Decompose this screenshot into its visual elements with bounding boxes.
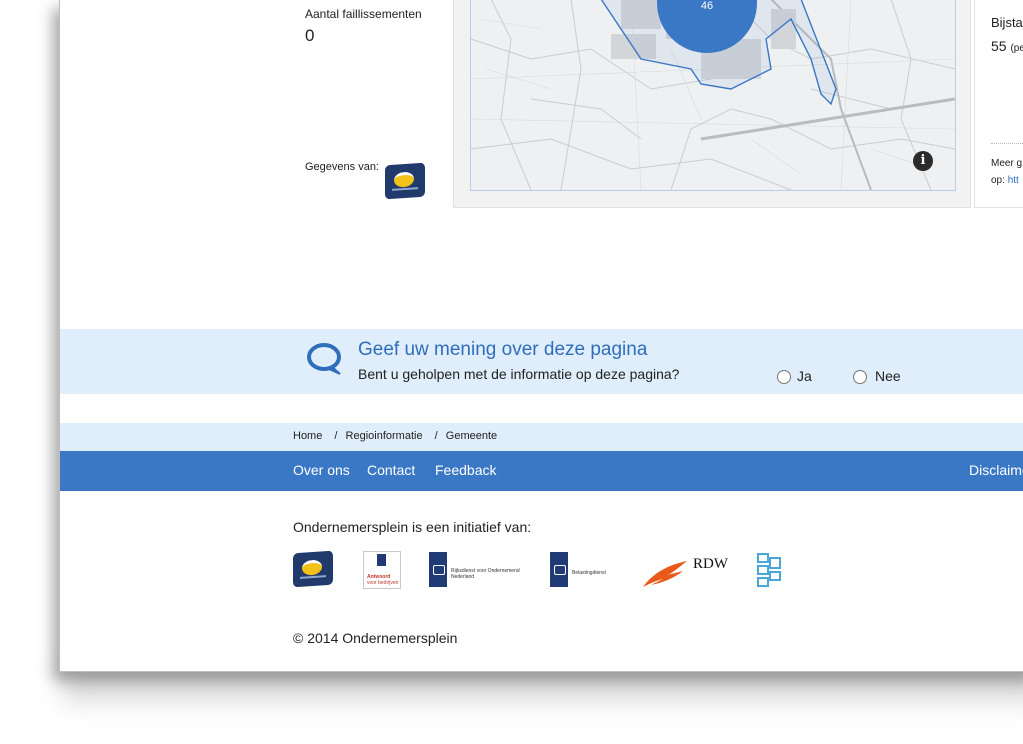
nav-disclaimer[interactable]: Disclaime (969, 462, 1023, 478)
meer-info-text: Meer g (991, 158, 1023, 169)
antwoord-voor-bedrijven-logo[interactable]: Antwoord voor bedrijven (363, 551, 401, 589)
nav-contact[interactable]: Contact (367, 462, 415, 478)
feedback-title: Geef uw mening over deze pagina (358, 339, 648, 360)
meer-info-link-row: op: htt (991, 172, 1022, 189)
meer-info-prefix: op: (991, 175, 1005, 186)
info-icon[interactable]: i (913, 151, 933, 171)
bijstand-suffix: (pe (1010, 43, 1023, 54)
radio-ja[interactable] (777, 370, 791, 384)
footer-nav-bar (60, 451, 1023, 491)
bijstand-label: Bijsta (991, 15, 1023, 30)
panel-divider (991, 143, 1023, 144)
faillissementen-label: Aantal faillissementen (305, 7, 422, 21)
breadcrumb-home[interactable]: Home (293, 430, 322, 442)
radio-nee[interactable] (853, 370, 867, 384)
rdw-feather-icon (643, 561, 687, 587)
breadcrumb: Home / Regioinformatie / Gemeente (293, 430, 497, 442)
kvk-footer-logo[interactable] (293, 550, 333, 588)
breadcrumb-gemeente: Gemeente (445, 430, 498, 442)
bijstand-value: 55 (pe (991, 38, 1023, 54)
breadcrumb-separator: / (334, 430, 338, 442)
map-cluster-value: 46 (701, 0, 713, 12)
nav-over-ons[interactable]: Over ons (293, 462, 350, 478)
copyright: © 2014 Ondernemersplein (293, 630, 458, 646)
cbs-icon (757, 553, 781, 587)
page-drop-shadow (62, 671, 1023, 711)
browser-page: Aantal faillissementen 0 Gegevens van: 4… (59, 0, 1023, 672)
rdw-logo-text: RDW (693, 556, 728, 572)
feedback-question: Bent u geholpen met de informatie op dez… (358, 366, 680, 382)
radio-ja-label[interactable]: Ja (797, 368, 812, 384)
cbs-logo[interactable] (756, 552, 782, 593)
speech-bubble-icon (307, 342, 343, 381)
radio-nee-label[interactable]: Nee (875, 368, 901, 384)
belastingdienst-logo-text: Belastingdienst (572, 570, 606, 576)
antwoord-logo-line2: voor bedrijven (367, 580, 399, 586)
kvk-logo[interactable] (385, 162, 425, 200)
region-map[interactable]: 46 (470, 0, 956, 191)
source-label: Gegevens van: (305, 161, 379, 173)
rvo-logo-line2: Nederland (451, 574, 475, 580)
breadcrumb-regioinformatie[interactable]: Regioinformatie (346, 430, 423, 442)
footer-intro: Ondernemersplein is een initiatief van: (293, 519, 532, 535)
nav-feedback[interactable]: Feedback (435, 462, 496, 478)
breadcrumb-bar (60, 423, 1023, 451)
meer-info-link[interactable]: htt (1008, 175, 1019, 186)
bijstand-number: 55 (991, 38, 1007, 54)
rdw-logo[interactable]: RDW (643, 555, 753, 589)
map-graphic: 46 (471, 0, 955, 190)
meer-info: Meer g op: htt (991, 155, 1022, 189)
breadcrumb-separator: / (434, 430, 438, 442)
faillissementen-value: 0 (305, 26, 315, 45)
